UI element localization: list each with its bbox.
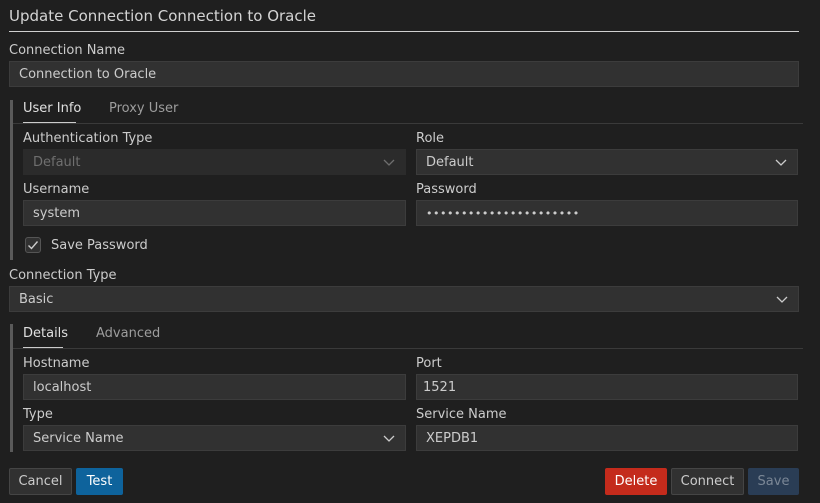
username-label: Username (23, 182, 90, 197)
auth-tabs-divider (13, 123, 803, 124)
port-value: 1521 (423, 379, 457, 395)
connect-button[interactable]: Connect (671, 468, 744, 495)
auth-type-label: Authentication Type (23, 131, 153, 146)
auth-type-select[interactable]: Default (23, 149, 406, 175)
service-name-input[interactable]: XEPDB1 (416, 425, 798, 451)
chevron-down-icon (383, 435, 395, 442)
password-input[interactable]: •••••••••••••••••••••• (416, 200, 798, 226)
dialog-title: Update Connection Connection to Oracle (9, 7, 317, 25)
save-password-checkbox[interactable] (25, 237, 41, 253)
tab-user-info-underline (23, 122, 76, 123)
connection-type-value: Basic (19, 291, 54, 307)
chevron-down-icon (776, 296, 788, 303)
role-value: Default (426, 154, 474, 170)
service-name-label: Service Name (416, 407, 507, 422)
save-password-label[interactable]: Save Password (51, 238, 148, 253)
section-indicator (10, 100, 13, 260)
save-button[interactable]: Save (748, 468, 799, 495)
port-input[interactable]: 1521 (416, 374, 798, 400)
cancel-button[interactable]: Cancel (9, 468, 72, 495)
chevron-down-icon (383, 159, 395, 166)
test-button[interactable]: Test (76, 468, 123, 495)
chevron-down-icon (775, 159, 787, 166)
type-value: Service Name (33, 430, 124, 446)
password-label: Password (416, 182, 477, 197)
hostname-input[interactable]: localhost (23, 374, 406, 400)
connection-name-input[interactable]: Connection to Oracle (9, 61, 799, 87)
delete-button[interactable]: Delete (605, 468, 667, 495)
connection-type-select[interactable]: Basic (9, 286, 799, 312)
role-label: Role (416, 131, 445, 146)
username-value: system (33, 205, 80, 221)
port-label: Port (416, 356, 442, 371)
type-select[interactable]: Service Name (23, 425, 406, 451)
title-divider (9, 31, 799, 32)
section-indicator (10, 324, 13, 452)
password-value: •••••••••••••••••••••• (426, 206, 580, 220)
hostname-value: localhost (33, 379, 92, 395)
detail-tabs-divider (13, 348, 803, 349)
tab-user-info[interactable]: User Info (23, 101, 81, 116)
username-input[interactable]: system (23, 200, 406, 226)
hostname-label: Hostname (23, 356, 90, 371)
type-label: Type (23, 407, 53, 422)
service-name-value: XEPDB1 (426, 430, 479, 446)
tab-details-underline (23, 347, 63, 348)
connection-name-label: Connection Name (9, 43, 126, 58)
auth-type-value: Default (33, 154, 81, 170)
checkmark-icon (28, 241, 39, 250)
connection-name-value: Connection to Oracle (19, 66, 157, 82)
connection-type-label: Connection Type (9, 268, 117, 283)
tab-advanced[interactable]: Advanced (96, 326, 160, 341)
tab-details[interactable]: Details (23, 326, 68, 341)
tab-proxy-user[interactable]: Proxy User (109, 101, 178, 116)
role-select[interactable]: Default (416, 149, 798, 175)
